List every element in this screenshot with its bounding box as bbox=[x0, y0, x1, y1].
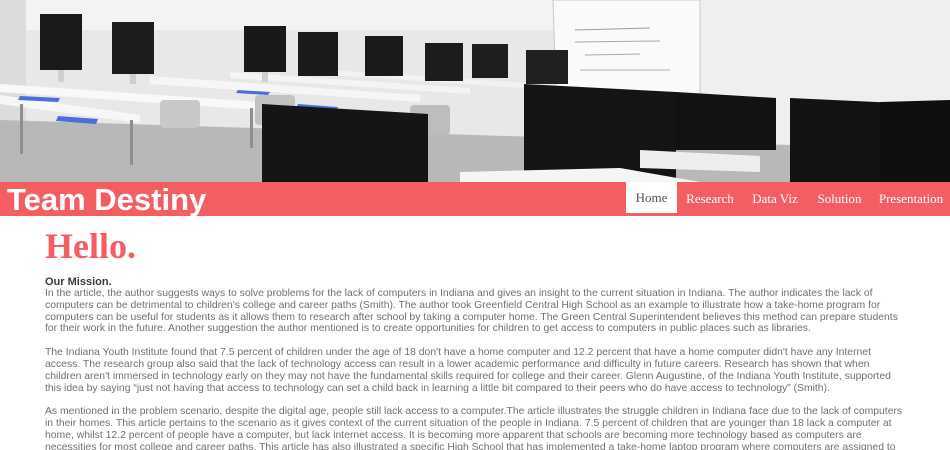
site-title[interactable]: Team Destiny bbox=[7, 182, 206, 217]
mission-paragraph-2: The Indiana Youth Institute found that 7… bbox=[45, 347, 891, 394]
mission-paragraph-1: In the article, the author suggests ways… bbox=[45, 288, 898, 335]
mission-paragraph-3: As mentioned in the problem scenario, de… bbox=[45, 406, 903, 450]
nav-data-viz[interactable]: Data Viz bbox=[743, 182, 807, 216]
nav-solution[interactable]: Solution bbox=[807, 182, 872, 216]
nav-presentation[interactable]: Presentation bbox=[872, 182, 950, 216]
greeting-heading: Hello. bbox=[45, 226, 136, 266]
nav-home[interactable]: Home bbox=[626, 182, 677, 213]
header-bar: Team Destiny Home Research Data Viz Solu… bbox=[0, 182, 950, 217]
nav-research[interactable]: Research bbox=[677, 182, 743, 216]
main-content: Hello. Our Mission. In the article, the … bbox=[45, 216, 907, 450]
main-nav: Home Research Data Viz Solution Presenta… bbox=[626, 182, 950, 216]
mission-heading: Our Mission. bbox=[45, 276, 112, 288]
hero-image bbox=[0, 0, 950, 182]
